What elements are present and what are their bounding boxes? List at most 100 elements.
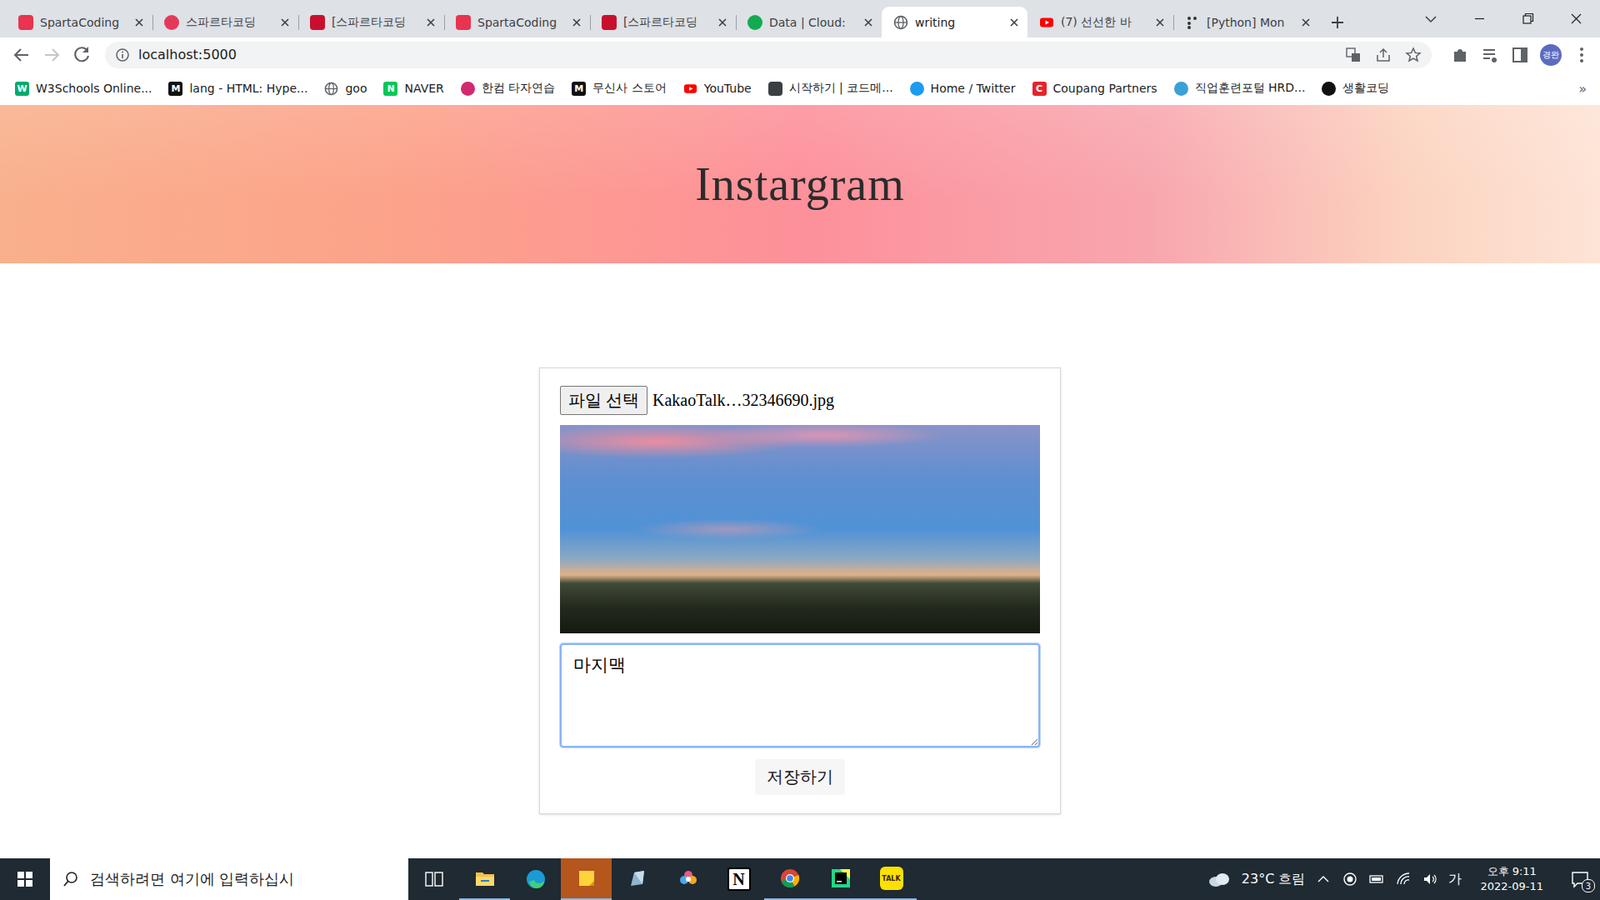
bookmark[interactable]: 한컴 타자연습 [460,80,555,96]
bookmark[interactable]: Home / Twitter [910,81,1016,96]
tab-label: 스파르타코딩 [185,15,272,30]
taskbar-app[interactable] [764,858,815,900]
bookmark-logo: C [1032,81,1047,96]
notification-center[interactable]: 3 [1565,864,1595,895]
close-icon[interactable] [132,15,146,30]
taskbar-app[interactable]: TALK [865,858,917,900]
youtube-icon [683,81,698,96]
volume-icon[interactable] [1421,870,1439,888]
bookmark-label: 무신사 스토어 [592,80,666,96]
taskbar-app[interactable] [815,858,866,900]
bookmark[interactable]: N NAVER [383,81,444,96]
menu-icon[interactable] [1568,41,1595,69]
bookmark[interactable]: goo [324,81,367,96]
taskbar-app[interactable] [459,858,510,900]
close-icon[interactable] [715,15,730,30]
save-button[interactable]: 저장하기 [755,759,845,795]
minimize-icon[interactable] [1455,0,1504,38]
youtube-icon [1039,15,1055,30]
post-textarea[interactable] [560,643,1040,748]
bookmark-label: lang - HTML: Hype... [189,81,308,95]
info-icon[interactable] [115,47,130,63]
close-icon[interactable] [278,15,292,30]
post-form: 파일 선택 KakaoTalk…32346690.jpg 저장하기 [539,367,1061,815]
image-preview [560,425,1040,634]
bookmark-icon [910,81,925,96]
bookmark[interactable]: 생활코딩 [1321,80,1390,96]
extensions-icon[interactable] [1446,41,1474,69]
app-icon [625,867,650,891]
tab[interactable]: writing [881,6,1028,38]
profile-avatar[interactable]: 경완 [1540,44,1562,66]
chevron-up-icon[interactable] [1315,870,1332,888]
favicon-icon [310,15,325,30]
wifi-icon[interactable] [1395,870,1412,888]
forward-icon[interactable] [38,41,65,69]
favicon-icon [747,15,763,30]
taskbar-app[interactable] [510,858,561,900]
close-window-icon[interactable] [1551,0,1600,38]
tab[interactable]: SpartaCoding [444,6,590,38]
tab[interactable]: [스파르타코딩 [590,6,736,38]
back-icon[interactable] [8,41,35,69]
bookmark-label: NAVER [404,81,444,95]
file-select-button[interactable]: 파일 선택 [560,385,648,415]
bookmark-label: YouTube [704,81,752,95]
input-method[interactable]: 가 [1448,870,1462,889]
tab[interactable]: (7) 선선한 바 [1027,6,1174,38]
globe-icon [324,81,339,96]
bookmark[interactable]: YouTube [683,81,752,96]
close-icon[interactable] [1007,15,1021,30]
close-icon[interactable] [570,15,584,30]
file-input[interactable]: 파일 선택 KakaoTalk…32346690.jpg [560,385,1040,415]
taskbar-app[interactable]: N [713,858,765,900]
url-text[interactable]: localhost:5000 [138,46,237,63]
reload-icon[interactable] [68,41,95,69]
close-icon[interactable] [424,15,438,30]
taskbar-app[interactable] [611,858,663,900]
bookmark[interactable]: M lang - HTML: Hype... [168,81,308,96]
clock[interactable]: 오후 9:11 2022-09-11 [1480,864,1544,894]
chevron-down-icon[interactable] [1406,0,1455,38]
bookmark[interactable]: M 무신사 스토어 [571,80,666,96]
tab-label: SpartaCoding [477,15,564,30]
time: 오후 9:11 [1487,864,1537,880]
translate-icon[interactable] [1345,46,1362,64]
bookmark-logo: W [15,81,30,96]
tab[interactable]: Data | Cloud: [735,6,882,38]
bookmark-icon [1321,81,1336,96]
share-icon[interactable] [1375,46,1392,64]
weather-text[interactable]: 23°C 흐림 [1241,870,1306,889]
record-icon[interactable] [1341,870,1359,888]
bookmark[interactable]: W W3Schools Online... [15,81,152,96]
bookmark[interactable]: C Coupang Partners [1032,81,1158,96]
tab[interactable]: [스파르타코딩 [298,6,445,38]
plus-icon[interactable] [1325,10,1350,35]
close-icon[interactable] [1153,15,1167,30]
side-panel-icon[interactable] [1506,41,1534,69]
star-icon[interactable] [1405,46,1422,64]
bookmark-logo: M [571,81,586,96]
tab[interactable]: [Python] Mon [1173,6,1320,38]
bookmark[interactable]: 직업훈련포털 HRD... [1174,80,1306,96]
battery-icon[interactable] [1368,870,1385,888]
restore-icon[interactable] [1503,0,1552,38]
bookmark-label: W3Schools Online... [35,81,152,95]
taskbar-app[interactable] [408,858,460,900]
bookmarks-bar: W W3Schools Online... M lang - HTML: Hype… [0,71,1600,105]
close-icon[interactable] [861,15,875,30]
tab[interactable]: 스파르타코딩 [152,6,299,38]
close-icon[interactable] [1299,15,1313,30]
taskbar-app[interactable] [662,858,714,900]
address-bar[interactable]: localhost:5000 [105,41,1432,69]
windows-start-icon[interactable] [0,858,50,900]
tab-label: [스파르타코딩 [623,15,710,30]
globe-icon [893,15,909,30]
bookmark[interactable]: 시작하기 | 코드메... [768,80,894,96]
taskbar-app[interactable] [560,858,612,900]
taskbar-search[interactable]: 검색하려면 여기에 입력하십시 [50,858,409,900]
media-icon[interactable] [1476,41,1504,69]
tab[interactable]: SpartaCoding [6,6,153,38]
more-bookmarks-button[interactable]: » [1575,80,1590,97]
bookmark-label: 직업훈련포털 HRD... [1195,80,1306,96]
